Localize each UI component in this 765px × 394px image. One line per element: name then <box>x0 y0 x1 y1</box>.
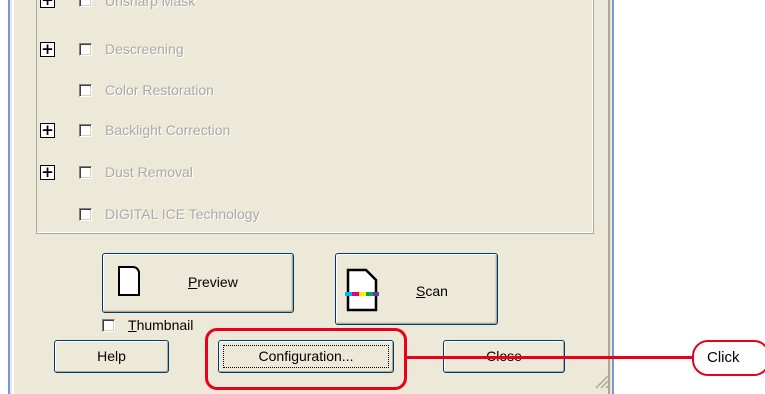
thumbnail-checkbox[interactable] <box>102 319 115 332</box>
option-row-dust-removal: + Dust Removal <box>10 161 610 183</box>
descreening-checkbox[interactable] <box>79 42 92 56</box>
click-callout: Click <box>692 340 765 376</box>
highlight-frame <box>205 328 407 390</box>
scan-button-label: Scan <box>416 283 448 299</box>
unsharp-mask-checkbox[interactable] <box>79 0 92 7</box>
digital-ice-checkbox[interactable] <box>79 207 92 221</box>
plus-expander-icon[interactable]: + <box>40 0 55 8</box>
option-label: Unsharp Mask <box>105 0 196 9</box>
option-label: Color Restoration <box>105 82 214 98</box>
option-row-descreening: + Descreening <box>10 38 610 60</box>
backlight-correction-checkbox[interactable] <box>79 123 92 137</box>
option-row-color-restoration: Color Restoration <box>10 79 610 101</box>
option-label: Descreening <box>105 41 184 57</box>
option-label: DIGITAL ICE Technology <box>105 206 260 222</box>
option-label: Dust Removal <box>105 164 193 180</box>
help-button[interactable]: Help <box>54 340 169 373</box>
scan-document-icon <box>344 268 380 312</box>
plus-expander-icon[interactable]: + <box>40 122 55 138</box>
resize-grip-icon[interactable] <box>593 373 609 389</box>
preview-document-icon <box>118 266 140 296</box>
plus-expander-icon[interactable]: + <box>40 41 55 57</box>
thumbnail-option[interactable]: Thumbnail <box>102 317 222 334</box>
callout-text: Click <box>707 349 740 366</box>
plus-expander-icon[interactable]: + <box>40 164 55 180</box>
option-row-backlight-correction: + Backlight Correction <box>10 119 610 141</box>
thumbnail-label: Thumbnail <box>128 317 194 333</box>
option-row-unsharp-mask: + Unsharp Mask <box>10 0 610 22</box>
preview-button[interactable]: Preview <box>102 253 294 313</box>
preview-button-label: Preview <box>188 274 238 290</box>
option-row-digital-ice: DIGITAL ICE Technology <box>10 203 610 225</box>
option-label: Backlight Correction <box>105 122 231 138</box>
dust-removal-checkbox[interactable] <box>79 165 92 179</box>
adjustments-panel <box>36 0 594 234</box>
scan-button[interactable]: Scan <box>335 253 498 325</box>
help-button-label: Help <box>97 348 126 364</box>
callout-line <box>407 356 697 359</box>
color-restoration-checkbox[interactable] <box>79 83 92 97</box>
